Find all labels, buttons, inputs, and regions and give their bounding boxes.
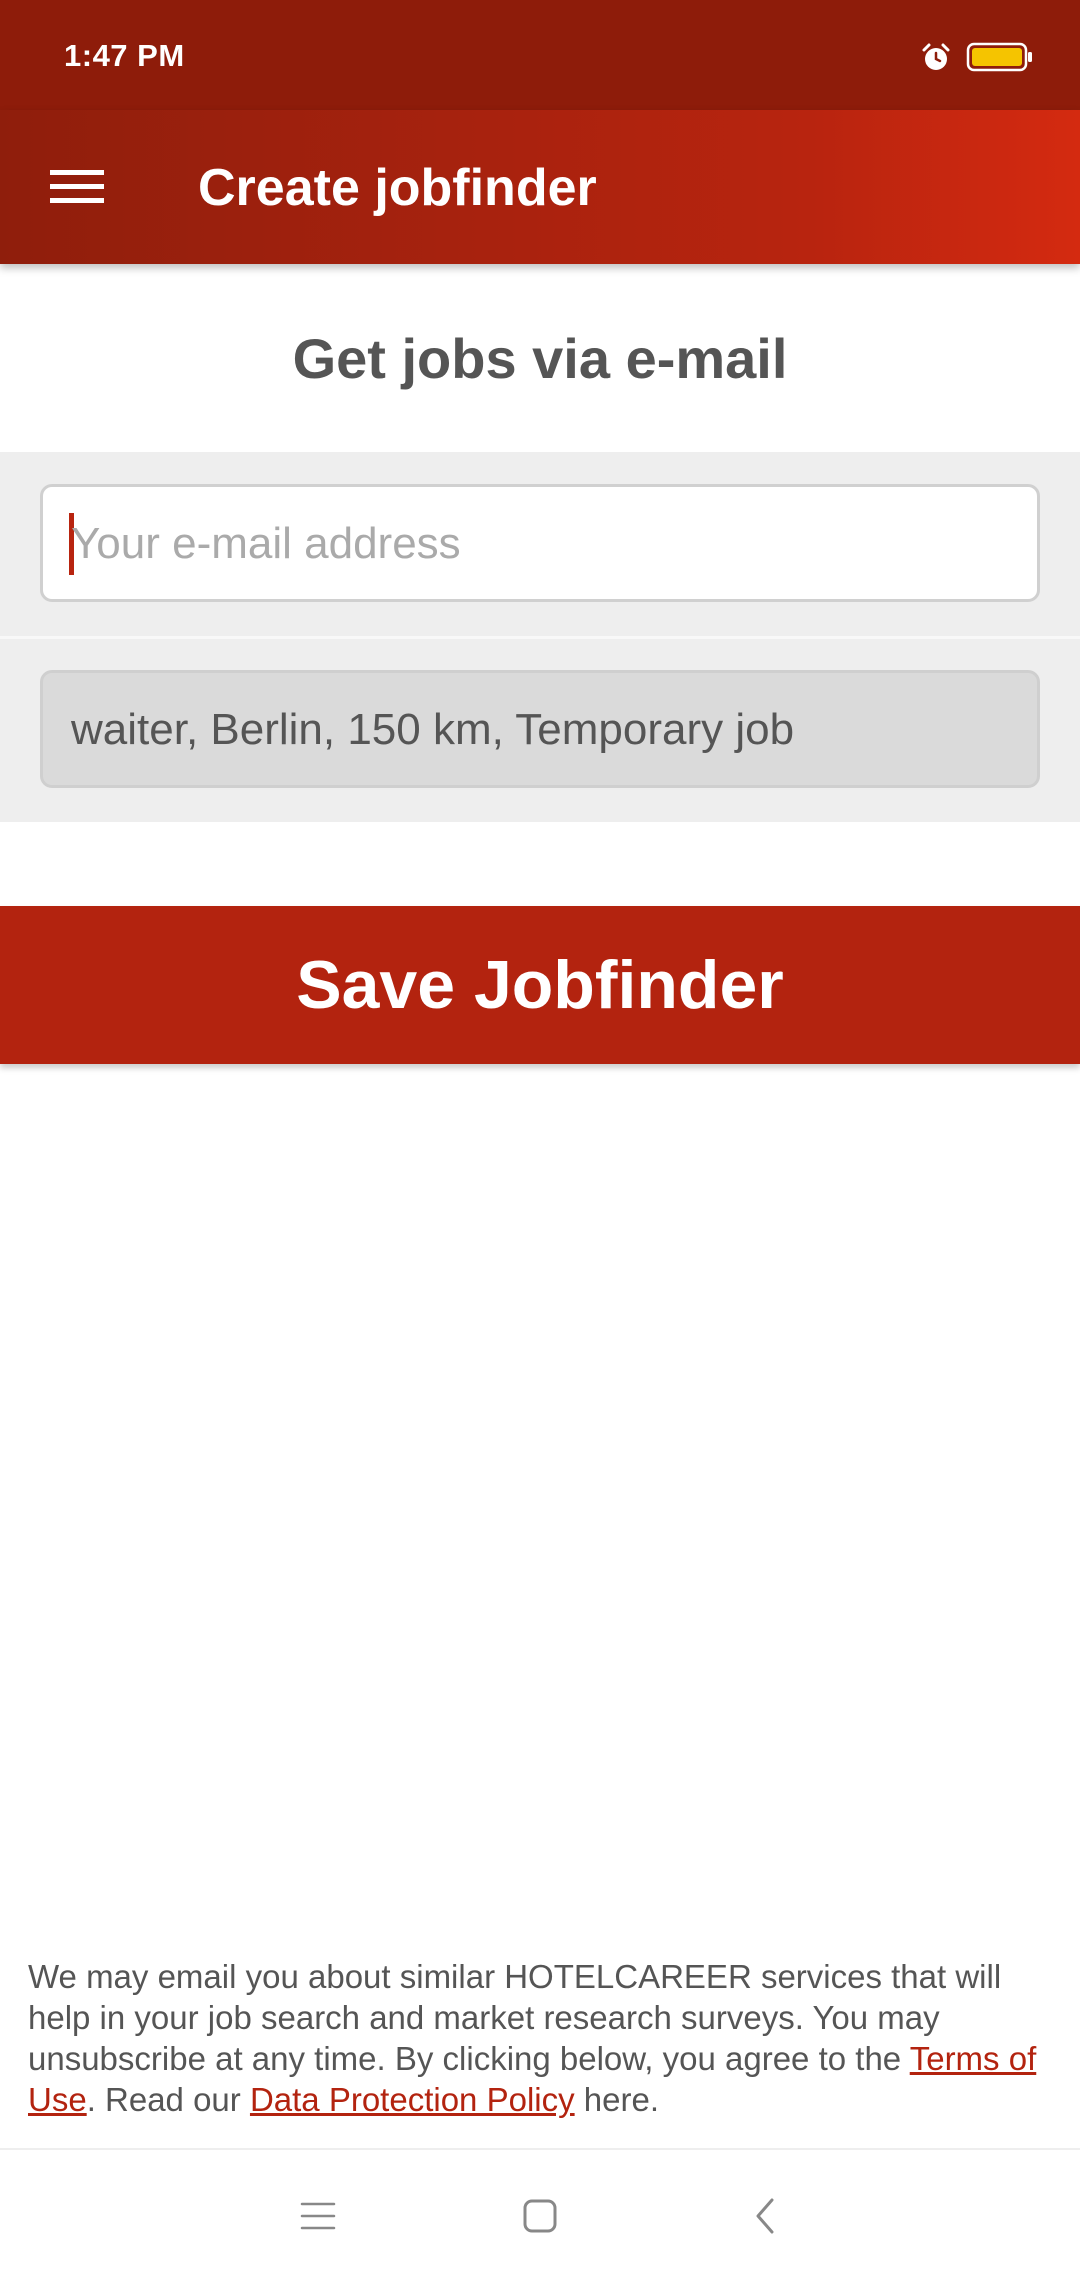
legal-notice: We may email you about similar HOTELCARE… [28, 1956, 1052, 2120]
form-divider [0, 636, 1080, 639]
legal-text-intro: We may email you about similar HOTELCARE… [28, 1958, 1002, 2077]
save-jobfinder-button[interactable]: Save Jobfinder [0, 906, 1080, 1064]
search-summary-text: waiter, Berlin, 150 km, Temporary job [71, 705, 795, 754]
app-bar: Create jobfinder [0, 110, 1080, 264]
recent-apps-icon[interactable] [298, 2196, 338, 2236]
search-summary-field[interactable]: waiter, Berlin, 150 km, Temporary job [40, 670, 1040, 788]
status-bar: 1:47 PM [0, 0, 1080, 110]
menu-icon[interactable] [50, 168, 104, 206]
data-protection-policy-link[interactable]: Data Protection Policy [250, 2081, 575, 2118]
email-placeholder: Your e-mail address [71, 519, 461, 568]
legal-text-middle: . Read our [86, 2081, 250, 2118]
status-time: 1:47 PM [64, 38, 185, 73]
home-icon[interactable] [520, 2196, 560, 2236]
page-title: Create jobfinder [198, 159, 597, 217]
alarm-icon [922, 43, 950, 70]
section-heading: Get jobs via e-mail [292, 327, 788, 390]
legal-text-end: here. [574, 2081, 659, 2118]
battery-icon [966, 42, 1032, 72]
email-field[interactable]: Your e-mail address [40, 484, 1040, 602]
back-icon[interactable] [746, 2196, 786, 2236]
system-nav-bar [0, 2150, 1080, 2280]
